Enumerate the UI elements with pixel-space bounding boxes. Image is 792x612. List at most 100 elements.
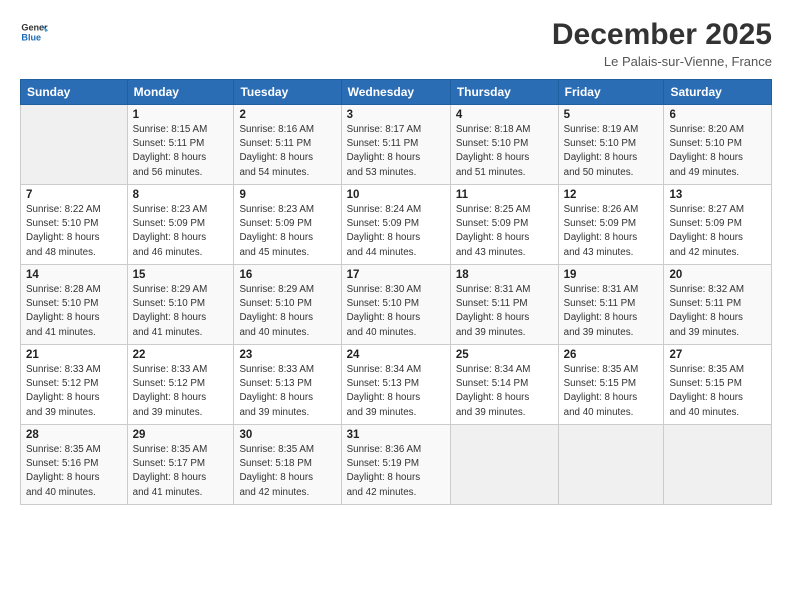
day-cell: 16 Sunrise: 8:29 AMSunset: 5:10 PMDayligh… <box>234 265 341 345</box>
week-row-2: 7 Sunrise: 8:22 AMSunset: 5:10 PMDaylight… <box>21 185 772 265</box>
week-row-1: 1 Sunrise: 8:15 AMSunset: 5:11 PMDaylight… <box>21 105 772 185</box>
day-cell: 10 Sunrise: 8:24 AMSunset: 5:09 PMDayligh… <box>341 185 450 265</box>
day-cell: 5 Sunrise: 8:19 AMSunset: 5:10 PMDaylight… <box>558 105 664 185</box>
svg-text:Blue: Blue <box>21 32 41 42</box>
day-number: 6 <box>669 109 766 121</box>
weekday-header-wednesday: Wednesday <box>341 80 450 105</box>
day-cell: 8 Sunrise: 8:23 AMSunset: 5:09 PMDaylight… <box>127 185 234 265</box>
day-info: Sunrise: 8:16 AMSunset: 5:11 PMDaylight:… <box>239 123 335 180</box>
day-number: 9 <box>239 189 335 201</box>
day-cell: 3Sunrise: 8:17 AMSunset: 5:11 PMDaylight… <box>341 105 450 185</box>
day-number: 29 <box>133 429 229 441</box>
day-number: 5 <box>564 109 659 121</box>
day-number: 2 <box>239 109 335 121</box>
weekday-header-friday: Friday <box>558 80 664 105</box>
day-info: Sunrise: 8:33 AMSunset: 5:12 PMDaylight:… <box>133 363 229 420</box>
day-number: 4 <box>456 109 553 121</box>
day-number: 30 <box>239 429 335 441</box>
day-info: Sunrise: 8:15 AMSunset: 5:11 PMDaylight:… <box>133 123 229 180</box>
day-cell: 9 Sunrise: 8:23 AMSunset: 5:09 PMDaylight… <box>234 185 341 265</box>
day-number: 14 <box>26 269 122 281</box>
day-number: 1 <box>133 109 229 121</box>
day-number: 8 <box>133 189 229 201</box>
day-info: Sunrise: 8:35 AMSunset: 5:15 PMDaylight:… <box>669 363 766 420</box>
day-cell: 30 Sunrise: 8:35 AMSunset: 5:18 PMDayligh… <box>234 425 341 505</box>
day-number: 21 <box>26 349 122 361</box>
day-info: Sunrise: 8:26 AMSunset: 5:09 PMDaylight:… <box>564 203 659 260</box>
day-number: 17 <box>347 269 445 281</box>
day-info: Sunrise: 8:19 AMSunset: 5:10 PMDaylight:… <box>564 123 659 180</box>
day-info: Sunrise: 8:24 AMSunset: 5:09 PMDaylight:… <box>347 203 445 260</box>
day-info: Sunrise: 8:29 AMSunset: 5:10 PMDaylight:… <box>133 283 229 340</box>
day-number: 7 <box>26 189 122 201</box>
day-cell: 29 Sunrise: 8:35 AMSunset: 5:17 PMDayligh… <box>127 425 234 505</box>
day-cell: 27 Sunrise: 8:35 AMSunset: 5:15 PMDayligh… <box>664 345 772 425</box>
day-number: 25 <box>456 349 553 361</box>
day-number: 13 <box>669 189 766 201</box>
day-number: 11 <box>456 189 553 201</box>
day-cell: 4 Sunrise: 8:18 AMSunset: 5:10 PMDaylight… <box>450 105 558 185</box>
title-section: December 2025 Le Palais-sur-Vienne, Fran… <box>552 18 772 69</box>
logo-icon: General Blue <box>20 18 48 46</box>
day-cell: 21Sunrise: 8:33 AMSunset: 5:12 PMDayligh… <box>21 345 128 425</box>
day-number: 24 <box>347 349 445 361</box>
day-info: Sunrise: 8:34 AMSunset: 5:14 PMDaylight:… <box>456 363 553 420</box>
weekday-header-monday: Monday <box>127 80 234 105</box>
day-cell: 19 Sunrise: 8:31 AMSunset: 5:11 PMDayligh… <box>558 265 664 345</box>
day-cell: 25 Sunrise: 8:34 AMSunset: 5:14 PMDayligh… <box>450 345 558 425</box>
location: Le Palais-sur-Vienne, France <box>552 54 772 69</box>
day-number: 3 <box>347 109 445 121</box>
day-number: 10 <box>347 189 445 201</box>
day-cell <box>21 105 128 185</box>
day-number: 22 <box>133 349 229 361</box>
day-cell: 26Sunrise: 8:35 AMSunset: 5:15 PMDayligh… <box>558 345 664 425</box>
day-info: Sunrise: 8:25 AMSunset: 5:09 PMDaylight:… <box>456 203 553 260</box>
day-cell: 28Sunrise: 8:35 AMSunset: 5:16 PMDayligh… <box>21 425 128 505</box>
day-info: Sunrise: 8:23 AMSunset: 5:09 PMDaylight:… <box>239 203 335 260</box>
day-cell: 24 Sunrise: 8:34 AMSunset: 5:13 PMDayligh… <box>341 345 450 425</box>
day-number: 28 <box>26 429 122 441</box>
day-info: Sunrise: 8:22 AMSunset: 5:10 PMDaylight:… <box>26 203 122 260</box>
week-row-4: 21 Sunrise: 8:33 AMSunset: 5:12 PMDayligh… <box>21 345 772 425</box>
day-info: Sunrise: 8:23 AMSunset: 5:09 PMDaylight:… <box>133 203 229 260</box>
day-cell: 31Sunrise: 8:36 AMSunset: 5:19 PMDayligh… <box>341 425 450 505</box>
day-info: Sunrise: 8:31 AMSunset: 5:11 PMDaylight:… <box>564 283 659 340</box>
day-cell <box>450 425 558 505</box>
day-info: Sunrise: 8:30 AMSunset: 5:10 PMDaylight:… <box>347 283 445 340</box>
day-cell: 15 Sunrise: 8:29 AMSunset: 5:10 PMDayligh… <box>127 265 234 345</box>
weekday-header-sunday: Sunday <box>21 80 128 105</box>
week-row-3: 14 Sunrise: 8:28 AMSunset: 5:10 PMDayligh… <box>21 265 772 345</box>
day-number: 19 <box>564 269 659 281</box>
weekday-header-tuesday: Tuesday <box>234 80 341 105</box>
day-number: 16 <box>239 269 335 281</box>
day-info: Sunrise: 8:32 AMSunset: 5:11 PMDaylight:… <box>669 283 766 340</box>
day-info: Sunrise: 8:20 AMSunset: 5:10 PMDaylight:… <box>669 123 766 180</box>
day-cell: 1 Sunrise: 8:15 AMSunset: 5:11 PMDaylight… <box>127 105 234 185</box>
day-cell: 6 Sunrise: 8:20 AMSunset: 5:10 PMDaylight… <box>664 105 772 185</box>
day-cell: 22 Sunrise: 8:33 AMSunset: 5:12 PMDayligh… <box>127 345 234 425</box>
day-info: Sunrise: 8:31 AMSunset: 5:11 PMDaylight:… <box>456 283 553 340</box>
day-cell: 23 Sunrise: 8:33 AMSunset: 5:13 PMDayligh… <box>234 345 341 425</box>
day-number: 15 <box>133 269 229 281</box>
day-info: Sunrise: 8:18 AMSunset: 5:10 PMDaylight:… <box>456 123 553 180</box>
day-cell: 2 Sunrise: 8:16 AMSunset: 5:11 PMDaylight… <box>234 105 341 185</box>
day-info: Sunrise: 8:35 AMSunset: 5:17 PMDaylight:… <box>133 443 229 500</box>
day-number: 12 <box>564 189 659 201</box>
day-cell: 18Sunrise: 8:31 AMSunset: 5:11 PMDayligh… <box>450 265 558 345</box>
day-info: Sunrise: 8:35 AMSunset: 5:18 PMDaylight:… <box>239 443 335 500</box>
week-row-5: 28Sunrise: 8:35 AMSunset: 5:16 PMDayligh… <box>21 425 772 505</box>
day-info: Sunrise: 8:33 AMSunset: 5:13 PMDaylight:… <box>239 363 335 420</box>
day-number: 26 <box>564 349 659 361</box>
day-cell: 7 Sunrise: 8:22 AMSunset: 5:10 PMDaylight… <box>21 185 128 265</box>
day-cell: 14 Sunrise: 8:28 AMSunset: 5:10 PMDayligh… <box>21 265 128 345</box>
weekday-header-saturday: Saturday <box>664 80 772 105</box>
day-info: Sunrise: 8:36 AMSunset: 5:19 PMDaylight:… <box>347 443 445 500</box>
day-cell: 20Sunrise: 8:32 AMSunset: 5:11 PMDayligh… <box>664 265 772 345</box>
day-number: 27 <box>669 349 766 361</box>
day-info: Sunrise: 8:34 AMSunset: 5:13 PMDaylight:… <box>347 363 445 420</box>
day-info: Sunrise: 8:28 AMSunset: 5:10 PMDaylight:… <box>26 283 122 340</box>
day-cell <box>664 425 772 505</box>
day-number: 23 <box>239 349 335 361</box>
day-info: Sunrise: 8:29 AMSunset: 5:10 PMDaylight:… <box>239 283 335 340</box>
day-cell <box>558 425 664 505</box>
